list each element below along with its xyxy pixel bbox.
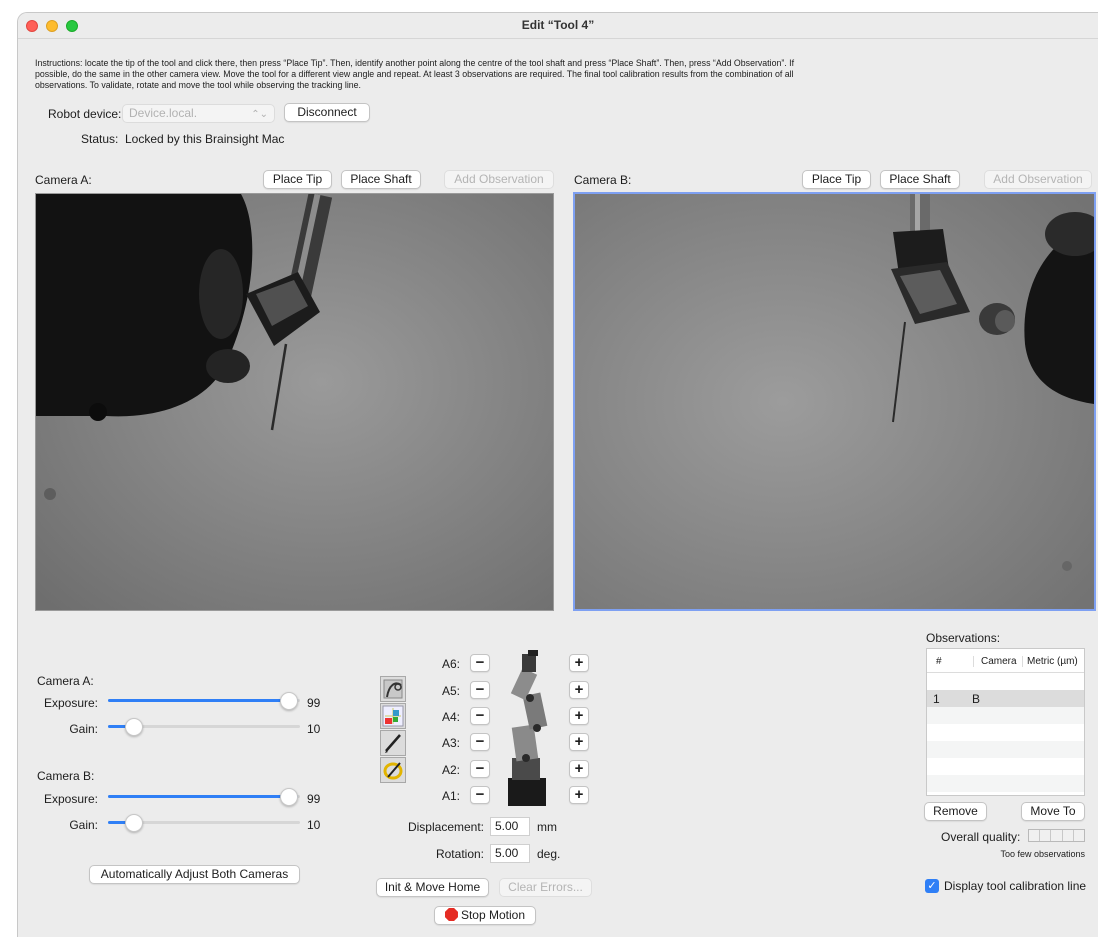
axis-a3-minus-button[interactable]: − bbox=[470, 733, 490, 751]
axis-label: A2: bbox=[441, 763, 460, 777]
displacement-label: Displacement: bbox=[407, 820, 484, 834]
camera-b-add-observation-button[interactable]: Add Observation bbox=[984, 170, 1092, 189]
slider-knob[interactable] bbox=[125, 814, 144, 832]
camera-b-gain-slider[interactable] bbox=[108, 814, 300, 832]
window-title: Edit “Tool 4” bbox=[521, 18, 595, 32]
table-row-empty bbox=[927, 775, 1084, 792]
row-number: 1 bbox=[933, 692, 940, 706]
camera-b-view[interactable] bbox=[573, 192, 1096, 611]
axis-a2-minus-button[interactable]: − bbox=[470, 760, 490, 778]
axis-label: A1: bbox=[441, 789, 460, 803]
camera-a-gain-value: 10 bbox=[307, 722, 321, 736]
camera-a-view[interactable] bbox=[35, 193, 554, 611]
stop-motion-label: Stop Motion bbox=[460, 908, 526, 922]
robot-device-value: Device.local. bbox=[129, 106, 198, 120]
axis-a5-minus-button[interactable]: − bbox=[470, 681, 490, 699]
camera-a-image bbox=[36, 194, 553, 610]
column-header-number[interactable]: # bbox=[936, 656, 942, 667]
auto-adjust-cameras-button[interactable]: Automatically Adjust Both Cameras bbox=[89, 865, 300, 884]
edit-tool-window: Edit “Tool 4” Instructions: locate the t… bbox=[17, 12, 1098, 937]
camera-b-gain-label: Gain: bbox=[69, 818, 98, 832]
table-row-empty bbox=[927, 741, 1084, 758]
calibrate-tool-icon[interactable] bbox=[380, 757, 406, 783]
stop-icon bbox=[444, 908, 458, 921]
table-row[interactable]: 1 B bbox=[927, 690, 1084, 707]
axis-label: A4: bbox=[441, 710, 460, 724]
table-row-empty bbox=[927, 707, 1084, 724]
camera-b-label: Camera B: bbox=[574, 173, 632, 187]
camera-b-exposure-value: 99 bbox=[307, 792, 321, 806]
table-row-empty bbox=[927, 758, 1084, 775]
column-header-camera[interactable]: Camera bbox=[973, 656, 1017, 667]
camera-a-place-tip-button[interactable]: Place Tip bbox=[263, 170, 332, 189]
overall-quality-label: Overall quality: bbox=[941, 830, 1021, 844]
remove-button[interactable]: Remove bbox=[924, 802, 987, 821]
camera-b-gain-value: 10 bbox=[307, 818, 321, 832]
robot-device-label: Robot device: bbox=[48, 107, 122, 121]
axis-a1-plus-button[interactable]: + bbox=[569, 786, 589, 804]
table-row-empty bbox=[927, 724, 1084, 741]
axis-a1-minus-button[interactable]: − bbox=[470, 786, 490, 804]
camera-a-place-shaft-button[interactable]: Place Shaft bbox=[341, 170, 421, 189]
slider-knob[interactable] bbox=[280, 692, 299, 710]
status-value: Locked by this Brainsight Mac bbox=[125, 132, 285, 146]
disconnect-button[interactable]: Disconnect bbox=[284, 103, 370, 122]
clear-errors-button[interactable]: Clear Errors... bbox=[499, 878, 592, 897]
slider-knob[interactable] bbox=[280, 788, 299, 806]
registration-tool-icon[interactable] bbox=[380, 703, 406, 729]
init-move-home-button[interactable]: Init & Move Home bbox=[376, 878, 489, 897]
display-calibration-line-label: Display tool calibration line bbox=[944, 879, 1087, 893]
quality-meter bbox=[1028, 829, 1085, 842]
rotation-field[interactable]: 5.00 bbox=[490, 844, 530, 863]
camera-tool-icon[interactable] bbox=[380, 676, 406, 702]
observations-title: Observations: bbox=[926, 631, 1001, 645]
instructions-text: Instructions: locate the tip of the tool… bbox=[35, 58, 795, 90]
axis-a2-plus-button[interactable]: + bbox=[569, 760, 589, 778]
axis-label: A6: bbox=[441, 657, 460, 671]
move-to-button[interactable]: Move To bbox=[1021, 802, 1085, 821]
axis-a4-minus-button[interactable]: − bbox=[470, 707, 490, 725]
axis-a6-plus-button[interactable]: + bbox=[569, 654, 589, 672]
axis-a4-plus-button[interactable]: + bbox=[569, 707, 589, 725]
pen-tool-icon[interactable] bbox=[380, 730, 406, 756]
camera-a-gain-label: Gain: bbox=[69, 722, 98, 736]
slider-knob[interactable] bbox=[125, 718, 144, 736]
robot-arm-icon bbox=[508, 650, 548, 806]
camera-a-exposure-slider[interactable] bbox=[108, 692, 300, 710]
camera-a-exposure-value: 99 bbox=[307, 696, 321, 710]
quality-status: Too few observations bbox=[1000, 849, 1085, 859]
axis-label: A5: bbox=[441, 684, 460, 698]
table-header: # Camera Metric (µm) bbox=[927, 649, 1084, 673]
camera-b-exposure-label: Exposure: bbox=[43, 792, 98, 806]
chevron-updown-icon: ⌃⌄ bbox=[251, 109, 268, 120]
camera-a-label: Camera A: bbox=[35, 173, 92, 187]
axis-a5-plus-button[interactable]: + bbox=[569, 681, 589, 699]
displacement-unit: mm bbox=[537, 820, 557, 834]
stop-motion-button[interactable]: Stop Motion bbox=[434, 906, 536, 925]
camera-a-add-observation-button[interactable]: Add Observation bbox=[444, 170, 554, 189]
camera-a-gain-slider[interactable] bbox=[108, 718, 300, 736]
axis-label: A3: bbox=[441, 736, 460, 750]
displacement-field[interactable]: 5.00 bbox=[490, 817, 530, 836]
status-label: Status: bbox=[81, 132, 119, 146]
camera-b-place-shaft-button[interactable]: Place Shaft bbox=[880, 170, 960, 189]
observations-table[interactable]: # Camera Metric (µm) 1 B bbox=[926, 648, 1085, 796]
display-calibration-line-checkbox[interactable]: ✓ bbox=[925, 879, 939, 893]
axis-a6-minus-button[interactable]: − bbox=[470, 654, 490, 672]
rotation-label: Rotation: bbox=[435, 847, 484, 861]
controls-camera-a-label: Camera A: bbox=[37, 674, 94, 688]
camera-b-image bbox=[575, 194, 1094, 609]
camera-b-exposure-slider[interactable] bbox=[108, 788, 300, 806]
row-camera: B bbox=[972, 692, 981, 706]
controls-camera-b-label: Camera B: bbox=[37, 769, 95, 783]
robot-device-select[interactable]: Device.local. ⌃⌄ bbox=[122, 104, 275, 123]
camera-b-place-tip-button[interactable]: Place Tip bbox=[802, 170, 871, 189]
camera-a-exposure-label: Exposure: bbox=[43, 696, 98, 710]
column-header-metric[interactable]: Metric (µm) bbox=[1022, 656, 1078, 667]
axis-a3-plus-button[interactable]: + bbox=[569, 733, 589, 751]
title-bar: Edit “Tool 4” bbox=[18, 13, 1098, 39]
rotation-unit: deg. bbox=[537, 847, 561, 861]
